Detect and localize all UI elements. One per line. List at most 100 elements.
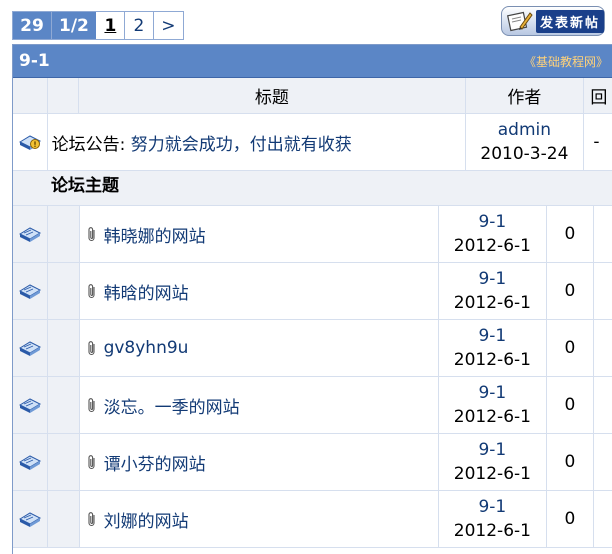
topic-title-link[interactable]: 淡忘。一季的网站 [104,393,240,418]
topic-author-cell: 9-1 2012-6-1 [439,320,547,376]
topic-author-link[interactable]: 9-1 [478,381,506,405]
topic-reply-count: 0 [547,491,595,547]
topic-icon-cell [13,263,48,319]
topic-last-cell [594,434,612,490]
topic-author-link[interactable]: 9-1 [478,438,506,462]
topic-reply-count: 0 [547,434,595,490]
pencil-paper-icon [507,11,533,32]
topic-folder-icon [18,455,41,470]
section-title: 论坛主题 [51,176,119,196]
column-author: 作者 [466,78,585,113]
topic-last-cell [594,491,612,547]
topic-folder-icon [18,227,41,242]
topic-icon-cell [13,377,48,433]
topic-author-cell: 9-1 2012-6-1 [439,491,547,547]
topic-reply-count: 0 [547,320,595,376]
topic-last-cell [594,206,612,262]
topic-row: gv8yhn9u 9-1 2012-6-1 0 [13,320,612,377]
forum-name[interactable]: 9-1 [19,51,50,71]
topic-last-cell [594,320,612,376]
page-link-2[interactable]: 2 [125,12,154,39]
new-post-button[interactable]: 发表新帖 [501,6,605,36]
topic-row: 刘娜的网站 9-1 2012-6-1 0 [13,491,612,548]
topic-last-cell [594,377,612,433]
topic-title-cell: 谭小芬的网站 [80,434,440,490]
topic-spacer-cell [47,377,80,433]
topic-title-link[interactable]: 韩晓娜的网站 [104,222,206,247]
section-row: 论坛主题 [13,171,612,206]
topic-folder-icon [18,341,41,356]
page-next-arrow[interactable]: > [154,12,183,39]
topic-author-cell: 9-1 2012-6-1 [439,263,547,319]
topic-author-link[interactable]: 9-1 [478,495,506,519]
topic-icon-cell [13,320,48,376]
topic-date: 2012-6-1 [453,293,531,313]
topic-author-cell: 9-1 2012-6-1 [439,377,547,433]
page-total-count: 29 [13,12,52,39]
column-reply: 回 [584,78,612,113]
column-title: 标题 [79,78,466,113]
column-header-row: 标题 作者 回 [13,78,612,114]
topic-row: 谭小芬的网站 9-1 2012-6-1 0 [13,434,612,491]
topic-list: 韩晓娜的网站 9-1 2012-6-1 0 韩晗的网站 9-1 2012-6-1… [13,206,612,548]
site-crumb[interactable]: 《基础教程网》 [524,53,608,70]
topic-title-link[interactable]: 韩晗的网站 [104,279,189,304]
announcement-author[interactable]: admin [498,118,551,142]
topic-last-cell [594,263,612,319]
announcement-reply: - [593,132,600,152]
attachment-clip-icon [88,341,95,356]
topic-reply-count: 0 [547,206,595,262]
topic-folder-icon [18,284,41,299]
topic-reply-count: 0 [547,263,595,319]
attachment-clip-icon [88,455,95,470]
topic-title-cell: gv8yhn9u [80,320,440,376]
announcement-link[interactable]: 努力就会成功，付出就有收获 [131,130,352,155]
page-fraction: 1/2 [52,12,97,39]
header-icon-cell [13,78,48,113]
topic-author-link[interactable]: 9-1 [478,267,506,291]
topic-author-link[interactable]: 9-1 [478,324,506,348]
announcement-row: 论坛公告: 努力就会成功，付出就有收获 admin 2010-3-24 - [13,114,612,171]
topic-spacer-cell [47,434,80,490]
topic-spacer-cell [47,320,80,376]
page-current: 1 [97,12,125,39]
topic-title-cell: 淡忘。一季的网站 [80,377,440,433]
top-bar: 29 1/2 1 2 > 发表新帖 [0,0,612,44]
topic-title-link[interactable]: gv8yhn9u [104,338,189,358]
announcement-author-cell: admin 2010-3-24 [466,114,585,170]
topic-date: 2012-6-1 [453,407,531,427]
topic-reply-count: 0 [547,377,595,433]
topic-date: 2012-6-1 [453,521,531,541]
topic-author-cell: 9-1 2012-6-1 [439,434,547,490]
topic-date: 2012-6-1 [453,350,531,370]
announcement-prefix: 论坛公告: [51,134,126,155]
attachment-clip-icon [88,284,95,299]
topic-icon-cell [13,491,48,547]
topic-icon-cell [13,434,48,490]
attachment-clip-icon [88,398,95,413]
topic-row: 韩晗的网站 9-1 2012-6-1 0 [13,263,612,320]
announcement-title-cell: 论坛公告: 努力就会成功，付出就有收获 [48,114,466,170]
topic-folder-icon [18,398,41,413]
attachment-clip-icon [88,512,95,527]
topic-spacer-cell [47,206,80,262]
pagination: 29 1/2 1 2 > [12,11,184,40]
announcement-date: 2010-3-24 [480,144,569,164]
announcement-icon-cell [13,114,48,170]
announcement-icon [18,135,41,150]
topic-date: 2012-6-1 [453,464,531,484]
topic-author-link[interactable]: 9-1 [478,210,506,234]
topic-spacer-cell [47,263,80,319]
topic-title-link[interactable]: 谭小芬的网站 [104,450,206,475]
topic-title-cell: 韩晓娜的网站 [80,206,440,262]
topic-spacer-cell [47,491,80,547]
topic-icon-cell [13,206,48,262]
attachment-clip-icon [88,227,95,242]
topic-title-cell: 刘娜的网站 [80,491,440,547]
new-post-label: 发表新帖 [536,9,604,33]
topic-title-link[interactable]: 刘娜的网站 [104,507,189,532]
topic-folder-icon [18,512,41,527]
topic-row: 淡忘。一季的网站 9-1 2012-6-1 0 [13,377,612,434]
forum-table: 9-1 《基础教程网》 标题 作者 回 论坛公告: 努力就会成功，付出就有收获 … [12,44,612,554]
header-spacer-cell [48,78,80,113]
